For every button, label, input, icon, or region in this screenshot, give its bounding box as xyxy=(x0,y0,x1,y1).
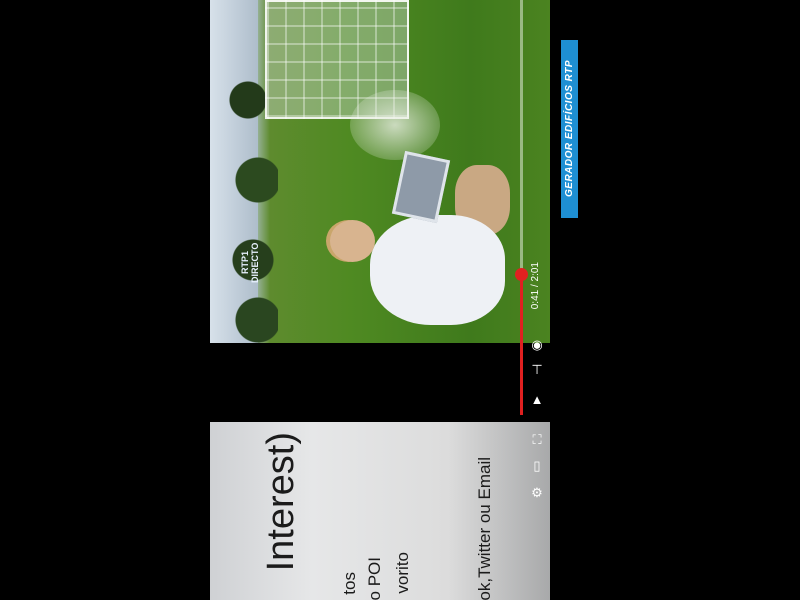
progress-fill xyxy=(520,273,523,415)
screen-icon[interactable]: ▯ xyxy=(528,458,546,474)
slide-title: Interest) xyxy=(260,432,302,572)
slide-panel: Interest) tos o POI vorito ok,Twitter ou… xyxy=(210,422,550,600)
volume-icon[interactable]: ◉ xyxy=(529,338,545,351)
slide-bullet: o POI xyxy=(365,557,384,600)
channel-logo: RTP1 DIRECTO xyxy=(240,242,260,283)
slide-bullet: tos xyxy=(340,572,359,595)
progress-handle[interactable] xyxy=(515,267,528,281)
player-controls xyxy=(510,0,550,425)
fullscreen-icon[interactable]: ⛶ xyxy=(528,432,546,448)
time-display: 0:41 / 2:01 xyxy=(530,262,541,310)
gear-icon[interactable]: ⚙ xyxy=(528,485,546,501)
play-icon[interactable]: ▲ xyxy=(529,393,545,406)
laptop xyxy=(391,150,451,224)
person-body xyxy=(370,215,505,325)
caption-label: GERADOR EDIFÍCIOS RTP xyxy=(561,40,578,218)
slide-controls: ⛶ ▯ ⚙ xyxy=(525,430,550,550)
video-frame[interactable]: RTP1 DIRECTO xyxy=(210,0,550,343)
mist xyxy=(350,90,440,160)
slide-bullet: ok,Twitter ou Email xyxy=(475,457,494,600)
slide-bullet: vorito xyxy=(393,552,412,594)
skip-next-icon[interactable]: ⊤ xyxy=(529,363,545,376)
person-head xyxy=(330,220,375,262)
